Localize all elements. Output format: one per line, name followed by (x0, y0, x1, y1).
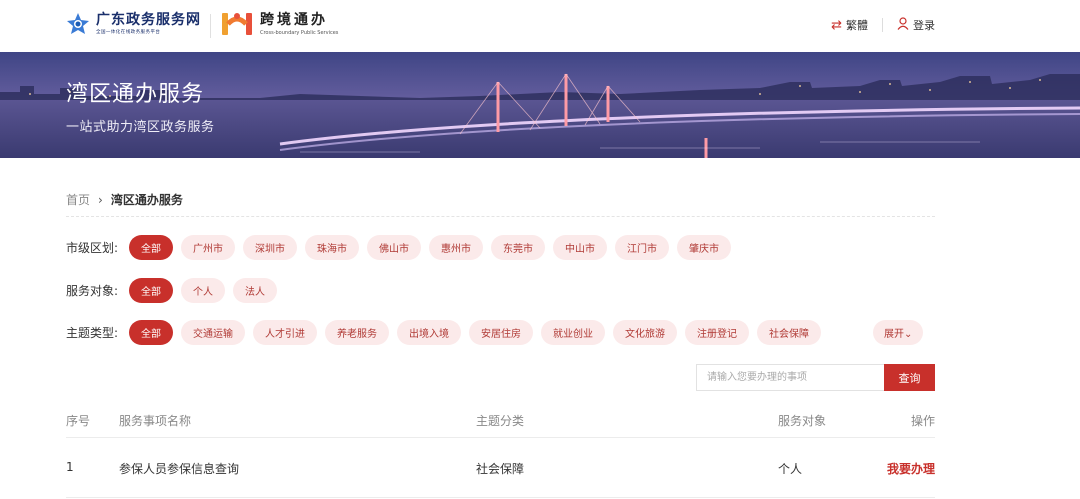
column-header-index: 序号 (66, 414, 91, 428)
table-row: 1 参保人员参保信息查询 社会保障 个人 我要办理 (66, 460, 935, 480)
banner-subtitle: 一站式助力湾区政务服务 (66, 120, 215, 135)
swap-arrows-icon: ⇄ (831, 17, 842, 33)
language-label: 繁體 (846, 19, 868, 32)
header-actions: ⇄ 繁體 登录 (831, 17, 935, 33)
target-chip[interactable]: 个人 (181, 278, 225, 303)
row-index: 1 (66, 460, 74, 474)
city-chip[interactable]: 东莞市 (491, 235, 545, 260)
login-label: 登录 (913, 19, 935, 32)
search-button[interactable]: 查询 (884, 364, 935, 391)
breadcrumb-home[interactable]: 首页 (66, 191, 90, 208)
row-target: 个人 (778, 462, 803, 476)
topic-chip[interactable]: 人才引进 (253, 320, 317, 345)
breadcrumb-separator-icon: › (98, 192, 103, 207)
expand-topics-button[interactable]: 展开⌄ (873, 320, 924, 345)
city-filter: 市级区划: 全部 广州市 深圳市 珠海市 佛山市 惠州市 东莞市 中山市 江门市… (66, 235, 739, 260)
breadcrumb: 首页 › 湾区通办服务 (66, 191, 183, 208)
top-header: 广东政务服务网 全国一体化在线政务服务平台 跨境通办 Cross-boundar… (0, 0, 1080, 52)
table-row-divider (66, 497, 935, 498)
city-chip[interactable]: 佛山市 (367, 235, 421, 260)
topic-chip[interactable]: 社会保障 (757, 320, 821, 345)
apply-button[interactable]: 我要办理 (887, 460, 935, 477)
table-header: 序号 服务事项名称 主题分类 服务对象 操作 (66, 412, 935, 436)
divider (66, 216, 935, 217)
search-bar: 查询 (696, 364, 935, 391)
target-filter-label: 服务对象: (66, 284, 119, 298)
column-header-topic: 主题分类 (476, 414, 525, 428)
topic-chip[interactable]: 养老服务 (325, 320, 389, 345)
header-action-separator (882, 18, 883, 32)
gd-logo-icon (66, 12, 90, 36)
user-icon (897, 17, 909, 33)
topic-chip[interactable]: 出境入境 (397, 320, 461, 345)
header-divider (210, 14, 211, 38)
city-chip[interactable]: 江门市 (615, 235, 669, 260)
gd-gov-logo[interactable]: 广东政务服务网 全国一体化在线政务服务平台 (66, 12, 201, 36)
city-chip[interactable]: 全部 (129, 235, 173, 260)
target-chip[interactable]: 法人 (233, 278, 277, 303)
column-header-name: 服务事项名称 (119, 414, 192, 428)
city-chip[interactable]: 中山市 (553, 235, 607, 260)
table-header-divider (66, 437, 935, 438)
city-filter-label: 市级区划: (66, 241, 119, 255)
city-chip[interactable]: 肇庆市 (677, 235, 731, 260)
row-name[interactable]: 参保人员参保信息查询 (119, 460, 239, 477)
breadcrumb-current: 湾区通办服务 (110, 193, 183, 207)
topic-chip[interactable]: 安居住房 (469, 320, 533, 345)
column-header-target: 服务对象 (778, 414, 827, 428)
topic-chip[interactable]: 交通运输 (181, 320, 245, 345)
login-button[interactable]: 登录 (897, 17, 935, 33)
hero-banner: 湾区通办服务 一站式助力湾区政务服务 (0, 52, 1080, 158)
topic-chip[interactable]: 文化旅游 (613, 320, 677, 345)
cross-boundary-logo-icon (220, 10, 254, 38)
topic-filter: 主题类型: 全部 交通运输 人才引进 养老服务 出境入境 安居住房 就业创业 文… (66, 320, 829, 345)
column-header-action: 操作 (910, 414, 935, 428)
logo1-subtitle: 全国一体化在线政务服务平台 (96, 29, 161, 35)
target-chip[interactable]: 全部 (129, 278, 173, 303)
logo2-title: 跨境通办 (260, 12, 328, 28)
banner-title: 湾区通办服务 (66, 82, 205, 107)
cross-boundary-logo[interactable]: 跨境通办 Cross-boundary Public Services (220, 10, 338, 38)
search-input[interactable] (696, 364, 884, 391)
logo1-title: 广东政务服务网 (96, 12, 201, 28)
topic-filter-label: 主题类型: (66, 326, 119, 340)
row-topic: 社会保障 (476, 462, 525, 476)
topic-chip[interactable]: 全部 (129, 320, 173, 345)
city-chip[interactable]: 珠海市 (305, 235, 359, 260)
target-filter: 服务对象: 全部 个人 法人 (66, 278, 285, 303)
city-chip[interactable]: 广州市 (181, 235, 235, 260)
city-chip[interactable]: 深圳市 (243, 235, 297, 260)
topic-chip[interactable]: 注册登记 (685, 320, 749, 345)
topic-chip[interactable]: 就业创业 (541, 320, 605, 345)
logo2-subtitle: Cross-boundary Public Services (260, 30, 339, 36)
language-switch[interactable]: ⇄ 繁體 (831, 17, 868, 33)
city-chip[interactable]: 惠州市 (429, 235, 483, 260)
